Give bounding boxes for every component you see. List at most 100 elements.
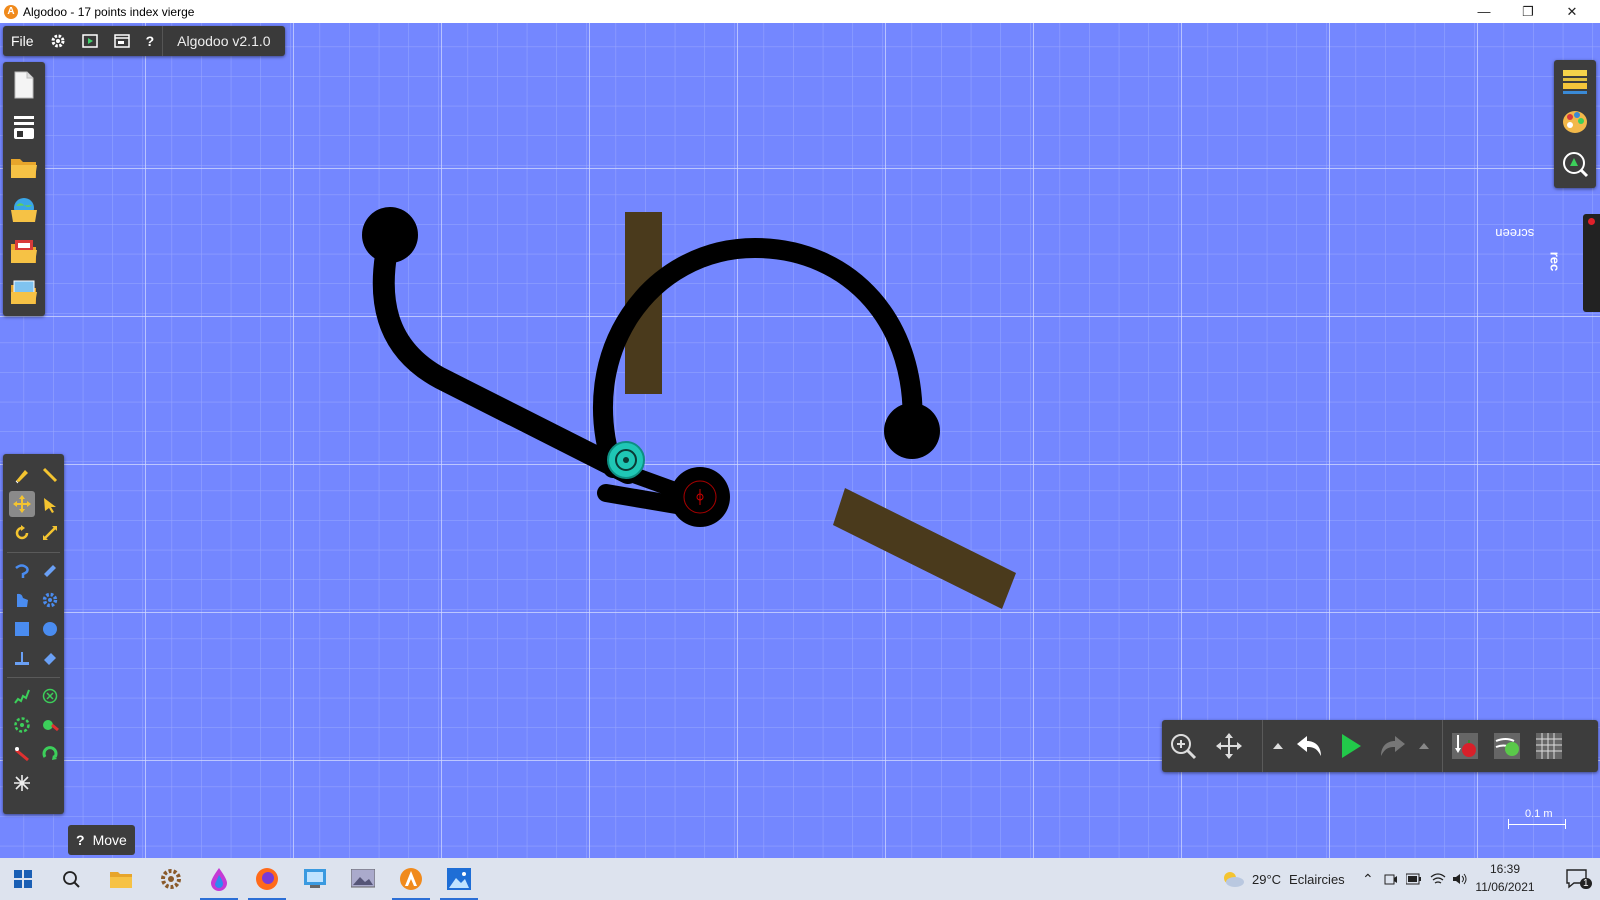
hinge-icon[interactable]: [9, 712, 35, 738]
tools-separator: [7, 677, 60, 678]
grid-icon[interactable]: [1530, 726, 1568, 766]
right-panel: [1554, 60, 1596, 188]
weather-temp: 29°C: [1252, 871, 1282, 887]
scale-label: 0.1 m: [1525, 808, 1553, 820]
chain-icon[interactable]: [9, 645, 35, 671]
drag-icon[interactable]: [37, 491, 63, 517]
scale-tick-left: [1508, 819, 1509, 829]
algobox-icon[interactable]: [7, 191, 41, 229]
background-layers-icon[interactable]: [1558, 64, 1592, 100]
algodoo-app-icon: A: [4, 4, 18, 19]
notifications-icon[interactable]: 1: [1554, 858, 1600, 900]
tools-panel: [3, 454, 64, 814]
screenrec-label-light: screen: [1495, 225, 1535, 241]
folder-screenshots-icon[interactable]: [7, 274, 41, 312]
cut-icon[interactable]: [37, 462, 63, 488]
weather-text: Eclaircies: [1289, 871, 1345, 887]
version-label: Algodoo v2.1.0: [177, 33, 271, 49]
minimize-button[interactable]: —: [1462, 0, 1506, 23]
rotate-icon[interactable]: [9, 520, 35, 546]
chevron-up-icon[interactable]: ⌃: [1362, 871, 1374, 888]
maximize-button[interactable]: ❐: [1506, 0, 1550, 23]
volume-icon[interactable]: [1452, 872, 1468, 886]
move-icon[interactable]: [9, 491, 35, 517]
scale-indicator: 0.1 m: [1508, 808, 1568, 832]
settings-icon[interactable]: [42, 26, 74, 56]
record-dot-icon: [1588, 218, 1595, 225]
hint-label: Move: [92, 832, 127, 848]
scale-tick-right: [1565, 819, 1566, 829]
help-button[interactable]: ?: [138, 26, 163, 56]
meet-icon[interactable]: [1384, 872, 1398, 886]
fixate-icon[interactable]: [37, 683, 63, 709]
weather-widget[interactable]: 29°C Eclaircies: [1222, 858, 1345, 900]
window-mode-icon[interactable]: [106, 26, 138, 56]
file-menu[interactable]: File: [3, 26, 42, 56]
new-scene-icon[interactable]: [7, 66, 41, 104]
air-friction-icon[interactable]: [1488, 726, 1526, 766]
presentation-icon[interactable]: [74, 26, 106, 56]
fill-icon[interactable]: [9, 770, 35, 796]
polygon-icon[interactable]: [9, 587, 35, 613]
photos-app-icon[interactable]: [436, 858, 482, 900]
rod-end-ball-left[interactable]: [362, 207, 418, 263]
brush-icon[interactable]: [37, 645, 63, 671]
battery-icon[interactable]: [1405, 873, 1422, 885]
scale-bar: [1508, 824, 1566, 825]
control-panel-icon[interactable]: [292, 858, 338, 900]
zoom-icon[interactable]: [1164, 726, 1202, 766]
clock[interactable]: 16:39 11/06/2021: [1470, 860, 1540, 896]
firefox-icon[interactable]: [244, 858, 290, 900]
file-explorer-icon[interactable]: [98, 858, 144, 900]
rod-end-ball-right[interactable]: [884, 403, 940, 459]
algodoo-taskbar-icon[interactable]: [388, 858, 434, 900]
pan-icon[interactable]: [1210, 726, 1248, 766]
screenrec-tab[interactable]: screen rec: [1495, 214, 1600, 312]
hint-help-icon[interactable]: ?: [76, 832, 85, 848]
tracer-icon[interactable]: [37, 712, 63, 738]
simulation-toolbar: [1162, 720, 1598, 772]
tools-separator: [7, 552, 60, 553]
clock-date: 11/06/2021: [1475, 880, 1535, 894]
scale-icon[interactable]: [37, 520, 63, 546]
redo-menu-icon[interactable]: [1414, 726, 1434, 766]
circle-icon[interactable]: [37, 616, 63, 642]
start-icon[interactable]: [0, 858, 46, 900]
open-folder-icon[interactable]: [7, 149, 41, 187]
folder-photos-icon[interactable]: [7, 233, 41, 271]
laser-icon[interactable]: [9, 741, 35, 767]
screenrec-label: screen rec: [1495, 226, 1563, 272]
redo-icon[interactable]: [1374, 726, 1412, 766]
sketch-icon[interactable]: [9, 462, 35, 488]
gravity-icon[interactable]: [1446, 726, 1484, 766]
window-title: Algodoo - 17 points index vierge: [23, 4, 195, 19]
close-button[interactable]: ✕: [1550, 0, 1594, 23]
motor-hinge-center: [623, 457, 629, 463]
gear-icon[interactable]: [37, 587, 63, 613]
windows-taskbar: 29°C Eclaircies ⌃ 16:39 11/06/2021 1: [0, 858, 1600, 900]
undo-menu-icon[interactable]: [1268, 726, 1288, 766]
system-tray: ⌃: [1362, 858, 1468, 900]
spring-icon[interactable]: [9, 683, 35, 709]
zoom-settings-icon[interactable]: [1558, 146, 1592, 182]
partly-cloudy-icon: [1224, 872, 1244, 887]
toolbar-separator: [1442, 720, 1443, 772]
tool-hint: ? Move: [68, 825, 135, 855]
play-icon[interactable]: [1332, 726, 1370, 766]
photos-viewer-icon[interactable]: [340, 858, 386, 900]
toolbar-separator: [1262, 720, 1263, 772]
wifi-icon[interactable]: [1430, 872, 1446, 886]
search-icon[interactable]: [48, 858, 94, 900]
rope-icon[interactable]: [9, 558, 35, 584]
settings-app-icon[interactable]: [148, 858, 194, 900]
main-menubar: File ? Algodoo v2.1.0: [3, 26, 285, 56]
palette-icon[interactable]: [1558, 104, 1592, 140]
layers-icon[interactable]: [7, 108, 41, 146]
undo-icon[interactable]: [1290, 726, 1328, 766]
file-panel: [3, 62, 45, 316]
screenrec-label-bold: rec: [1547, 251, 1563, 272]
thruster-icon[interactable]: [37, 741, 63, 767]
plane-icon[interactable]: [37, 558, 63, 584]
box-icon[interactable]: [9, 616, 35, 642]
drop-app-icon[interactable]: [196, 858, 242, 900]
